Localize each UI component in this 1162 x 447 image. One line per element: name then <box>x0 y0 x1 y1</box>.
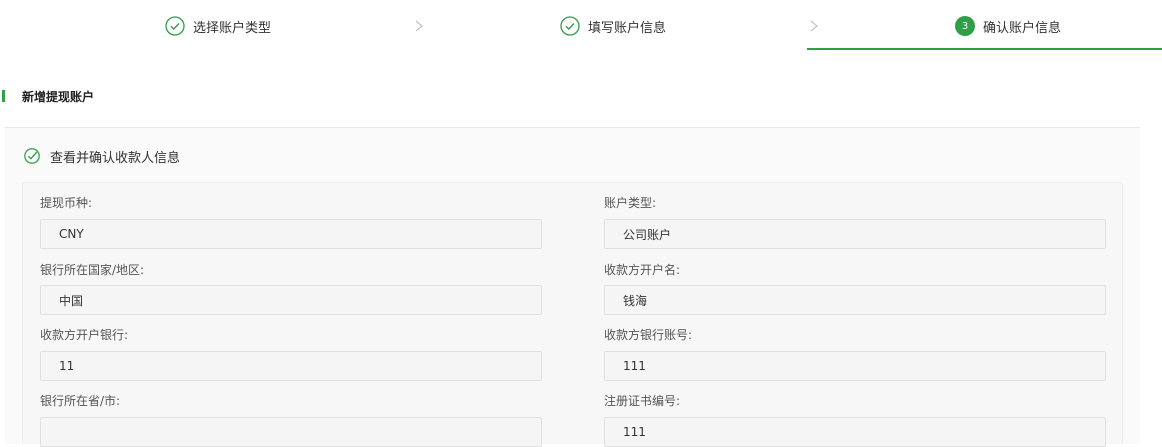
check-circle-icon <box>560 16 580 36</box>
check-circle-icon <box>22 146 42 166</box>
account-type-field: 公司账户 <box>604 219 1106 249</box>
payee-account-field: 111 <box>604 351 1106 381</box>
step-label: 确认账户信息 <box>983 20 1062 36</box>
registration-no-field: 111 <box>604 417 1106 447</box>
section-accent-bar <box>2 90 5 102</box>
bank-country-label: 银行所在国家/地区: <box>40 263 145 277</box>
payee-name-label: 收款方开户名: <box>604 263 681 277</box>
check-circle-icon <box>165 16 185 36</box>
registration-no-label: 注册证书编号: <box>604 394 681 408</box>
confirm-heading: 查看并确认收款人信息 <box>22 146 180 166</box>
currency-field: CNY <box>40 219 542 249</box>
payee-bank-field: 11 <box>40 351 542 381</box>
step-label: 填写账户信息 <box>588 20 667 36</box>
bank-province-city-label: 银行所在省/市: <box>40 394 121 408</box>
chevron-right-icon <box>415 20 423 32</box>
section-title-text: 新增提现账户 <box>22 89 95 104</box>
currency-label: 提现币种: <box>40 196 93 210</box>
bank-country-field: 中国 <box>40 285 542 315</box>
account-type-label: 账户类型: <box>604 196 657 210</box>
bank-province-city-field <box>40 417 542 447</box>
payee-bank-label: 收款方开户银行: <box>40 328 129 342</box>
payee-info-form: 提现币种: CNY 账户类型: 公司账户 银行所在国家/地区: 中国 收款方开户… <box>22 182 1123 447</box>
step-number-badge: 3 <box>955 16 975 36</box>
step-label: 选择账户类型 <box>193 20 272 36</box>
confirm-heading-text: 查看并确认收款人信息 <box>50 150 181 166</box>
chevron-right-icon <box>810 20 818 32</box>
step-confirm-account-info: 3 确认账户信息 <box>955 0 1061 52</box>
payee-account-label: 收款方银行账号: <box>604 328 693 342</box>
step-select-account-type: 选择账户类型 <box>165 0 271 52</box>
payee-name-field: 钱海 <box>604 285 1106 315</box>
stepper: 选择账户类型 填写账户信息 3 确认账户信息 <box>0 0 1162 52</box>
active-step-underline <box>807 48 1162 50</box>
step-fill-account-info: 填写账户信息 <box>560 0 666 52</box>
section-title: 新增提现账户 <box>0 86 94 106</box>
